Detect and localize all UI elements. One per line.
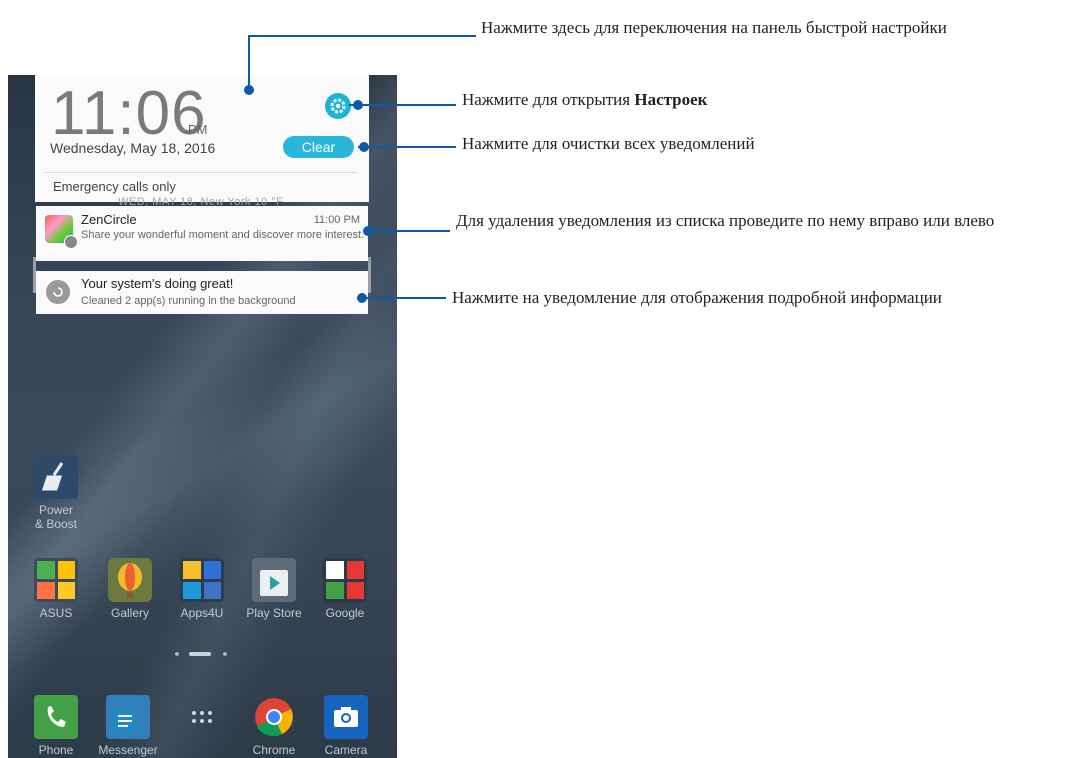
app-label: Apps4U xyxy=(180,606,224,620)
callout-line xyxy=(248,35,476,37)
clear-all-button[interactable]: Clear xyxy=(283,136,354,158)
notification-text: Cleaned 2 app(s) running in the backgrou… xyxy=(81,295,296,307)
notification-text: Share your wonderful moment and discover… xyxy=(81,229,365,241)
callout-quick-settings: Нажмите здесь для переключения на панель… xyxy=(481,18,947,37)
app-label: Play Store xyxy=(246,606,302,620)
app-label: Chrome xyxy=(252,743,296,757)
app-label: Messenger xyxy=(98,743,158,757)
chrome-icon xyxy=(252,695,296,739)
dock-messenger[interactable]: Messenger xyxy=(98,695,158,757)
phone-screen: 11:06 PM Wednesday, May 18, 2016 Clear E… xyxy=(8,75,397,758)
divider xyxy=(45,172,357,173)
notification-system[interactable]: Your system's doing great! Cleaned 2 app… xyxy=(36,271,368,314)
callout-line xyxy=(349,104,456,106)
camera-icon xyxy=(324,695,368,739)
callout-line xyxy=(358,146,456,148)
app-label: Phone xyxy=(38,743,74,757)
app-drawer-icon xyxy=(180,695,224,739)
gallery-icon xyxy=(108,558,152,602)
messenger-icon xyxy=(106,695,150,739)
notification-time: 11:00 PM xyxy=(313,214,360,226)
dock-chrome[interactable]: Chrome xyxy=(244,695,304,757)
callout-dot xyxy=(357,293,367,303)
app-google-folder[interactable]: Google xyxy=(315,558,375,620)
app-gallery[interactable]: Gallery xyxy=(100,558,160,620)
callout-settings: Нажмите для открытия Настроек xyxy=(462,90,882,110)
callout-dot xyxy=(244,85,254,95)
app-power-boost[interactable]: Power & Boost xyxy=(26,455,86,531)
notification-zencircle[interactable]: ZenCircle 11:00 PM Share your wonderful … xyxy=(36,206,368,261)
app-apps4u-folder[interactable]: Apps4U xyxy=(172,558,232,620)
app-asus-folder[interactable]: ASUS xyxy=(26,558,86,620)
callout-line xyxy=(366,230,450,232)
app-play-store[interactable]: Play Store xyxy=(244,558,304,620)
callout-swipe: Для удаления уведомления из списка прове… xyxy=(456,211,995,230)
callout-clear: Нажмите для очистки всех уведомлений xyxy=(462,134,755,153)
callout-line xyxy=(248,35,250,90)
play-store-icon xyxy=(252,558,296,602)
callout-settings-text: Нажмите для открытия xyxy=(462,90,635,109)
clock-time: 11:06 xyxy=(51,79,207,148)
settings-button[interactable] xyxy=(325,93,351,119)
date-label: Wednesday, May 18, 2016 xyxy=(50,140,216,156)
notification-title: ZenCircle xyxy=(81,212,137,227)
callout-dot xyxy=(359,142,369,152)
emergency-calls-label: Emergency calls only xyxy=(53,179,176,194)
callout-line xyxy=(360,297,446,299)
callout-tap: Нажмите на уведомление для отображения п… xyxy=(452,288,942,307)
notification-title: Your system's doing great! xyxy=(81,276,234,291)
gear-icon xyxy=(330,98,346,114)
app-label: ASUS xyxy=(39,606,73,620)
quick-settings-header[interactable]: 11:06 PM Wednesday, May 18, 2016 Clear E… xyxy=(35,75,369,202)
callout-dot xyxy=(363,226,373,236)
folder-icon xyxy=(323,558,367,602)
callout-settings-bold: Настроек xyxy=(634,90,708,109)
app-label: Gallery xyxy=(110,606,149,620)
panel-edge xyxy=(368,257,371,293)
folder-icon xyxy=(34,558,78,602)
callout-dot xyxy=(353,100,363,110)
app-label: Camera xyxy=(324,743,368,757)
page-indicator xyxy=(175,652,227,656)
app-label: Google xyxy=(325,606,365,620)
clock-ampm: PM xyxy=(188,122,208,137)
dock-camera[interactable]: Camera xyxy=(316,695,376,757)
folder-icon xyxy=(180,558,224,602)
small-badge-icon xyxy=(64,235,78,249)
app-label: Power & Boost xyxy=(34,503,78,531)
dock-all-apps[interactable] xyxy=(172,695,232,743)
phone-icon xyxy=(34,695,78,739)
clean-icon xyxy=(46,280,70,304)
dock-phone[interactable]: Phone xyxy=(26,695,86,757)
broom-icon xyxy=(34,455,78,499)
